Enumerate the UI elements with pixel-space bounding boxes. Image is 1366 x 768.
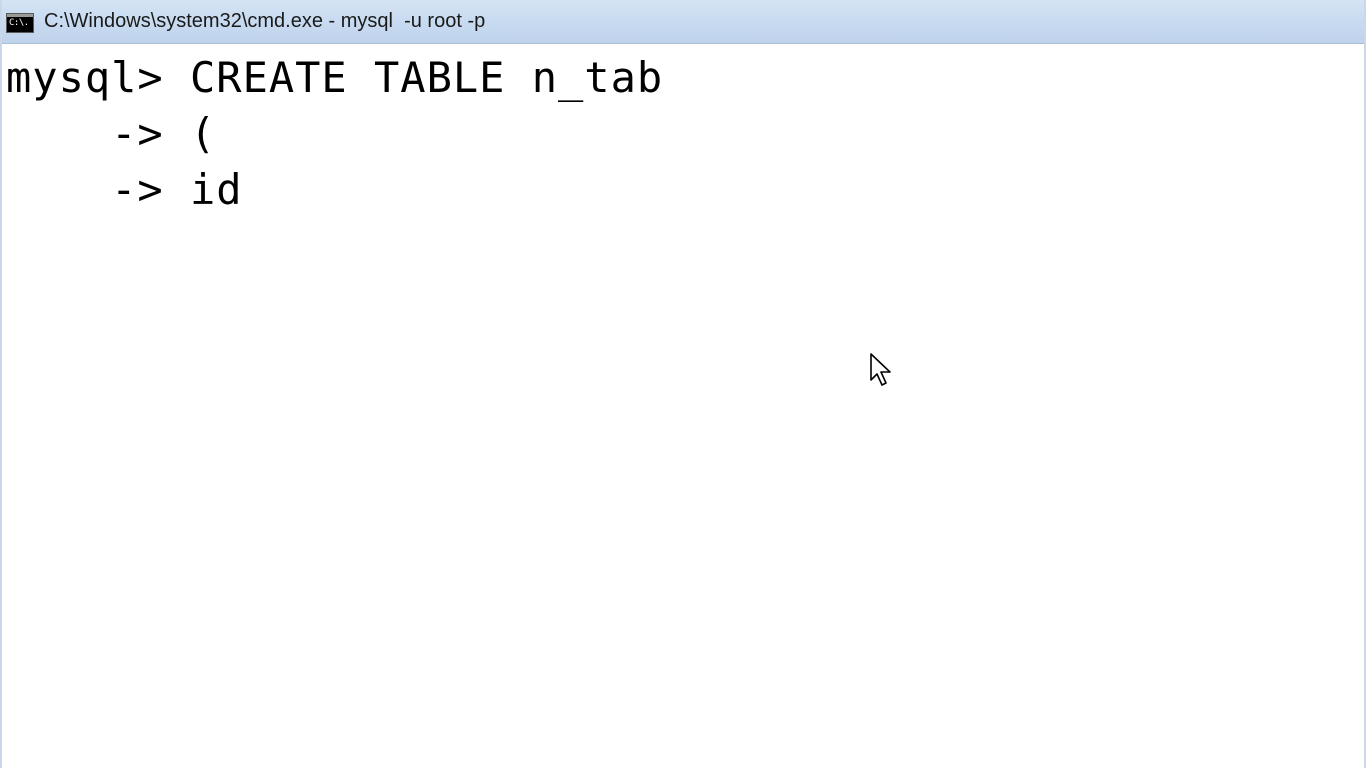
mouse-pointer-icon [870, 353, 891, 386]
console-output[interactable]: mysql> CREATE TABLE n_tab -> ( -> id [6, 50, 1362, 766]
window-title: C:\Windows\system32\cmd.exe - mysql -u r… [44, 10, 486, 32]
console-line: mysql> CREATE TABLE n_tab [6, 53, 664, 102]
console-line: -> id [6, 165, 243, 214]
cmd-icon[interactable]: C:\. [6, 13, 34, 33]
console-line: -> ( [6, 109, 217, 158]
cmd-window: C:\. C:\Windows\system32\cmd.exe - mysql… [0, 0, 1366, 768]
title-bar[interactable]: C:\. C:\Windows\system32\cmd.exe - mysql… [2, 0, 1364, 44]
